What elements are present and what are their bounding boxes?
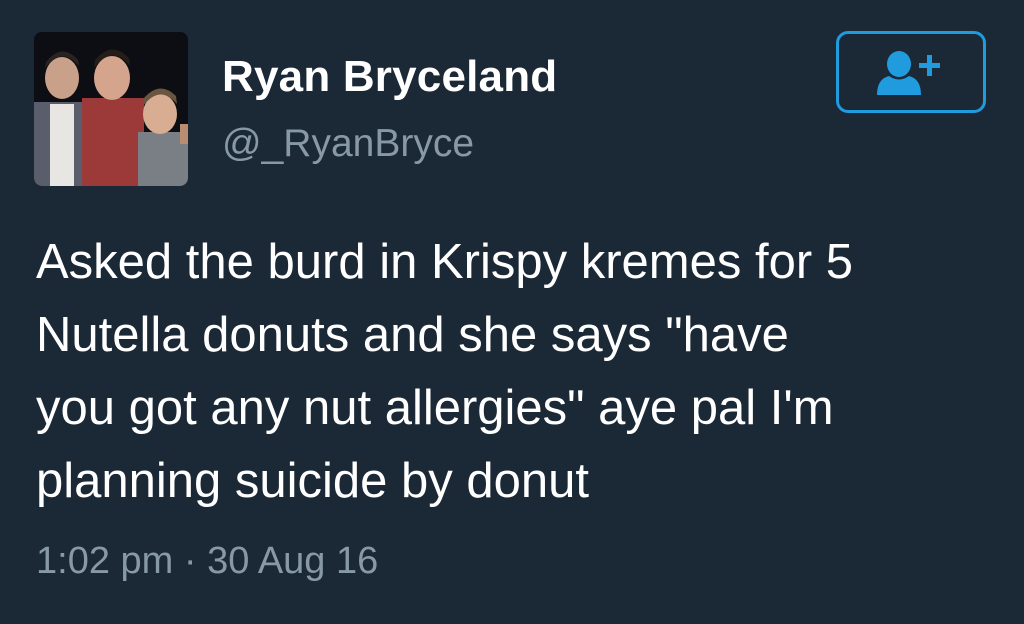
follow-button[interactable] bbox=[836, 31, 986, 113]
tweet-line: you got any nut allergies" aye pal I'm bbox=[36, 381, 834, 435]
tweet-date: 30 Aug 16 bbox=[207, 540, 379, 582]
avatar-photo bbox=[34, 32, 188, 186]
tweet-line: Asked the burd in Krispy kremes for 5 bbox=[36, 235, 854, 289]
user-handle[interactable]: @_RyanBryce bbox=[222, 122, 474, 166]
tweet-card: Ryan Bryceland @_RyanBryce Asked the bur… bbox=[0, 0, 1024, 624]
tweet-timestamp[interactable]: 1:02 pm · 30 Aug 16 bbox=[36, 540, 378, 583]
tweet-text: Asked the burd in Krispy kremes for 5 Nu… bbox=[36, 226, 996, 518]
avatar[interactable] bbox=[34, 32, 188, 186]
display-name[interactable]: Ryan Bryceland bbox=[222, 52, 557, 102]
tweet-line: Nutella donuts and she says "have bbox=[36, 308, 789, 362]
tweet-line: planning suicide by donut bbox=[36, 454, 590, 508]
tweet-time: 1:02 pm bbox=[36, 540, 174, 582]
add-user-icon bbox=[877, 51, 940, 95]
timestamp-separator: · bbox=[183, 540, 197, 582]
